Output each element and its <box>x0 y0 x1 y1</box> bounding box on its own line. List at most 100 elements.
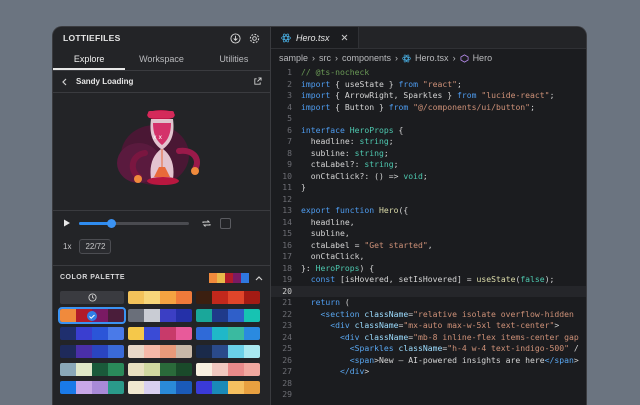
code-line[interactable]: 2 import { useState } from "react"; <box>271 79 586 91</box>
app-window: LOTTIEFILES Explore Workspace Utilities … <box>52 26 587 405</box>
loop-icon[interactable] <box>201 219 212 228</box>
line-number: 24 <box>282 331 292 342</box>
code-area[interactable]: 1 // @ts-nocheck 2 import { useState } from… <box>271 67 586 401</box>
animation-preview[interactable]: x x <box>53 93 270 211</box>
playback-speed[interactable]: 1x <box>63 242 71 251</box>
editor-tabs: Hero.tsx <box>271 27 586 49</box>
chevron-up-icon[interactable] <box>255 275 263 281</box>
code-line[interactable]: 25 <Sparkles className="h-4 w-4 text-ind… <box>271 343 586 355</box>
code-line[interactable]: 4 import { Button } from "@/components/ui… <box>271 102 586 114</box>
gear-icon[interactable] <box>249 33 260 44</box>
palette-option[interactable] <box>128 327 192 340</box>
palette-option[interactable] <box>60 345 124 358</box>
line-number: 18 <box>282 262 292 273</box>
breadcrumb-item[interactable]: components <box>342 53 391 63</box>
palette-option[interactable] <box>60 327 124 340</box>
palette-option[interactable] <box>128 363 192 376</box>
code-line[interactable]: 27 </div> <box>271 366 586 378</box>
line-text: interface HeroProps { <box>301 124 404 135</box>
line-number: 26 <box>282 354 292 365</box>
seek-slider[interactable] <box>79 218 189 228</box>
code-line[interactable]: 24 <div className="mb-8 inline-flex item… <box>271 332 586 344</box>
download-icon[interactable] <box>230 32 241 44</box>
code-line[interactable]: 10 onCtaClick?: () => void; <box>271 171 586 183</box>
chevron-right-icon: › <box>395 53 399 63</box>
code-line[interactable]: 12 <box>271 194 586 206</box>
palette-option[interactable] <box>196 381 260 394</box>
palette-option[interactable] <box>128 291 192 304</box>
code-line[interactable]: 6 interface HeroProps { <box>271 125 586 137</box>
palette-option[interactable] <box>128 345 192 358</box>
code-line[interactable]: 19 const [isHovered, setIsHovered] = use… <box>271 274 586 286</box>
background-color-toggle[interactable] <box>220 217 231 229</box>
breadcrumb-item[interactable]: Hero <box>473 53 493 63</box>
line-number: 12 <box>282 193 292 204</box>
code-line[interactable]: 14 headline, <box>271 217 586 229</box>
external-link-icon[interactable] <box>253 77 262 86</box>
code-line[interactable]: 21 return ( <box>271 297 586 309</box>
code-line[interactable]: 29 <box>271 389 586 401</box>
palette-option[interactable] <box>196 345 260 358</box>
line-number: 5 <box>287 113 292 123</box>
code-line[interactable]: 5 <box>271 113 586 125</box>
line-number: 16 <box>282 239 292 250</box>
line-number: 4 <box>287 101 292 112</box>
code-line[interactable]: 8 subline: string; <box>271 148 586 160</box>
line-number: 23 <box>282 320 292 330</box>
code-line[interactable]: 1 // @ts-nocheck <box>271 67 586 79</box>
line-number: 13 <box>282 205 292 215</box>
code-line[interactable]: 20 <box>271 285 586 297</box>
seek-handle[interactable] <box>107 218 116 228</box>
code-line[interactable]: 26 <span>New — AI-powered insights are h… <box>271 355 586 367</box>
palette-option-selected[interactable] <box>58 307 126 324</box>
line-number: 20 <box>282 285 292 296</box>
hourglass-illustration: x x <box>117 110 200 185</box>
palette-option[interactable] <box>196 327 260 340</box>
code-line[interactable]: 9 ctaLabel?: string; <box>271 159 586 171</box>
close-icon[interactable] <box>341 34 348 41</box>
back-chevron-icon[interactable] <box>61 78 68 86</box>
tab-utilities[interactable]: Utilities <box>198 49 270 70</box>
breadcrumb-item[interactable]: src <box>319 53 331 63</box>
line-number: 15 <box>282 228 292 238</box>
line-text: subline, <box>301 228 350 238</box>
palette-option[interactable] <box>196 309 260 322</box>
line-text: import { useState } from "react"; <box>301 78 462 89</box>
color-palette-header[interactable]: COLOR PALETTE <box>53 265 270 289</box>
tab-explore[interactable]: Explore <box>53 49 126 70</box>
breadcrumb-item[interactable]: sample <box>279 53 308 63</box>
react-file-icon <box>281 33 291 43</box>
palette-option[interactable] <box>60 381 124 394</box>
code-line[interactable]: 13 export function Hero({ <box>271 205 586 217</box>
tab-workspace[interactable]: Workspace <box>125 49 197 70</box>
code-line[interactable]: 22 <section className="relative isolate … <box>271 309 586 321</box>
code-line[interactable]: 16 ctaLabel = "Get started", <box>271 240 586 252</box>
palette-option[interactable] <box>60 363 124 376</box>
play-icon[interactable] <box>63 219 71 227</box>
palette-option[interactable] <box>196 291 260 304</box>
code-line[interactable]: 15 subline, <box>271 228 586 240</box>
code-line[interactable]: 23 <div className="mx-auto max-w-5xl tex… <box>271 320 586 332</box>
chevron-right-icon: › <box>452 53 456 63</box>
react-file-icon <box>402 54 411 63</box>
breadcrumb-item[interactable]: Hero.tsx <box>415 53 449 63</box>
palette-option[interactable] <box>128 381 192 394</box>
line-number: 9 <box>287 159 292 169</box>
code-line[interactable]: 17 onCtaClick, <box>271 251 586 263</box>
code-line[interactable]: 28 <box>271 378 586 390</box>
frame-counter[interactable]: 22/72 <box>79 238 112 254</box>
chevron-right-icon: › <box>335 53 339 63</box>
code-line[interactable]: 18}: HeroProps) { <box>271 263 586 275</box>
code-line[interactable]: 7 headline: string; <box>271 136 586 148</box>
code-line[interactable]: 3 import { ArrowRight, Sparkles } from "l… <box>271 90 586 102</box>
palette-reset-button[interactable] <box>60 291 124 304</box>
line-text: headline: string; <box>301 136 394 146</box>
symbol-component-icon <box>460 53 469 63</box>
code-line[interactable]: 11} <box>271 182 586 194</box>
code-editor: Hero.tsx sample › src › components › Her… <box>271 27 586 405</box>
line-text: <section className="relative isolate ove… <box>320 308 574 319</box>
editor-tab-hero[interactable]: Hero.tsx <box>271 27 359 48</box>
palette-option[interactable] <box>196 363 260 376</box>
palette-option[interactable] <box>128 309 192 322</box>
line-text: const [isHovered, setIsHovered] = useSta… <box>310 274 555 284</box>
